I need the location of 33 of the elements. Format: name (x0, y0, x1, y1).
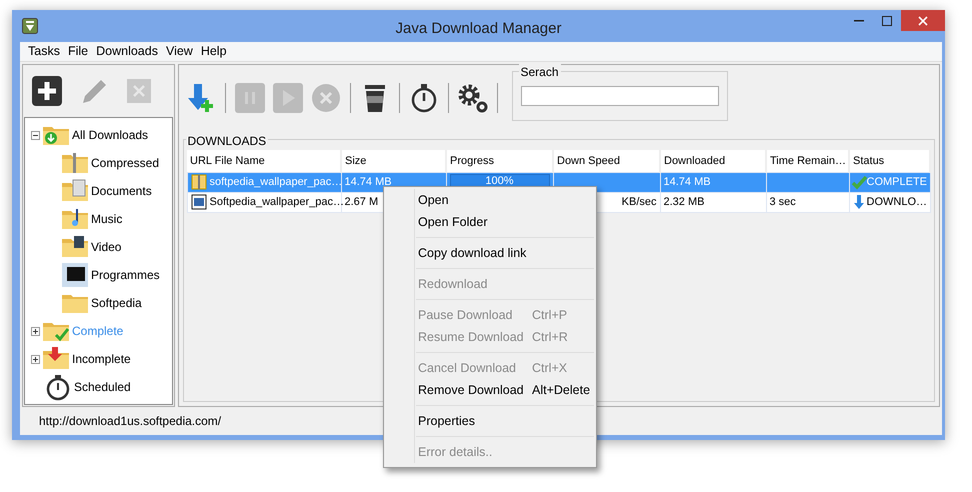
menu-item[interactable]: Help (196, 42, 231, 61)
tree-item[interactable]: Video (91, 238, 122, 256)
column-header[interactable]: Downloaded (660, 150, 766, 172)
menu-item[interactable]: Downloads (92, 42, 162, 61)
tree-item[interactable]: Programmes (91, 266, 160, 284)
column-header[interactable]: Down Speed (553, 150, 660, 172)
menu-item[interactable]: View (162, 42, 197, 61)
menu-item[interactable]: Remove Download Alt+Delete (386, 379, 594, 401)
menu-item[interactable]: Open Folder (386, 211, 594, 233)
table-cell: 2.32 MB (660, 192, 766, 212)
tree-item[interactable]: Softpedia (91, 294, 142, 312)
table-cell[interactable]: Softpedia_wallpaper_pac… (187, 192, 341, 212)
table-cell: DOWNLO… (849, 192, 930, 212)
menu-item[interactable]: Tasks (24, 42, 64, 61)
table-cell: COMPLETE (849, 172, 930, 192)
menu-item[interactable]: File (64, 42, 92, 61)
tree-item[interactable]: All Downloads (72, 126, 148, 144)
tree-item[interactable]: Documents (91, 182, 152, 200)
column-header[interactable]: URL File Name (187, 150, 341, 172)
column-header[interactable]: Status (849, 150, 930, 172)
table-cell: 3 sec (766, 192, 849, 212)
column-header[interactable]: Time Remain… (766, 150, 849, 172)
column-header[interactable]: Progress (446, 150, 553, 172)
window-title: Java Download Manager (396, 19, 562, 39)
tree-item[interactable]: Compressed (91, 154, 160, 172)
menu-item[interactable]: Properties (386, 410, 594, 432)
tree-item[interactable]: Scheduled (74, 378, 131, 396)
tree-item[interactable]: Incomplete (72, 350, 131, 368)
table-cell: 14.74 MB (660, 172, 766, 192)
column-header[interactable]: Size (341, 150, 446, 172)
status-text: http://download1us.softpedia.com/ (39, 413, 222, 430)
tree-item[interactable]: Music (91, 210, 122, 228)
menu-item[interactable]: Copy download link (386, 242, 594, 264)
